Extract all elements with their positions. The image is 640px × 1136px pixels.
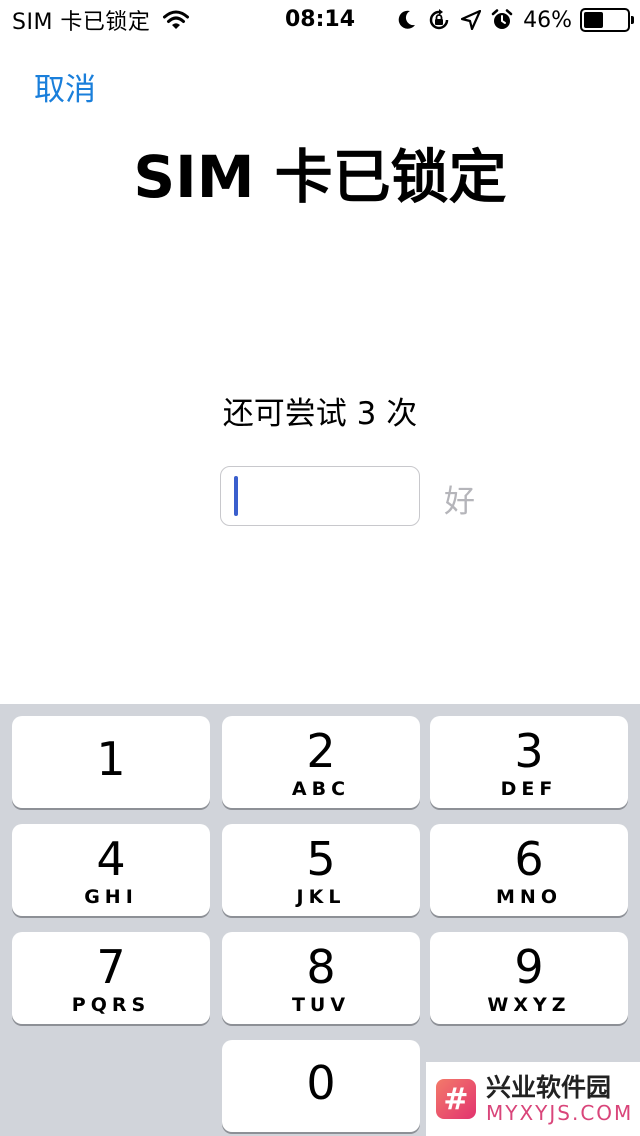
key-letters: MNO [496, 886, 562, 908]
location-arrow-icon [461, 10, 482, 30]
key-letters: DEF [500, 778, 558, 800]
key-1[interactable]: 1 [12, 716, 210, 808]
key-digit: 2 [306, 724, 336, 778]
key-letters: PQRS [71, 994, 151, 1016]
key-letters: WXYZ [487, 994, 571, 1016]
moon-icon [397, 9, 417, 31]
key-3[interactable]: 3 DEF [430, 716, 628, 808]
status-right: 46% [387, 6, 634, 34]
rotation-lock-icon [427, 8, 451, 32]
key-digit: 8 [306, 940, 336, 994]
key-digit: 0 [306, 1056, 336, 1110]
key-digit: 7 [96, 940, 126, 994]
watermark: # 兴业软件园 MYXYJS.COM [426, 1062, 640, 1136]
battery-percent: 46% [523, 7, 572, 33]
ok-button[interactable]: 好 [444, 476, 475, 521]
cancel-button[interactable]: 取消 [34, 64, 96, 109]
pin-input[interactable] [220, 466, 420, 526]
attempts-remaining-text: 还可尝试 3 次 [222, 396, 418, 432]
watermark-text: 兴业软件园 MYXYJS.COM [486, 1073, 634, 1125]
battery-icon [580, 8, 634, 32]
key-digit: 1 [96, 732, 126, 786]
key-digit: 4 [96, 832, 126, 886]
status-bar: SIM 卡已锁定 08:14 46% [0, 0, 640, 40]
key-0[interactable]: 0 [222, 1040, 420, 1132]
key-9[interactable]: 9 WXYZ [430, 932, 628, 1024]
key-4[interactable]: 4 GHI [12, 824, 210, 916]
key-letters: JKL [296, 886, 346, 908]
page-title: SIM 卡已锁定 [133, 143, 507, 211]
text-caret [234, 476, 238, 516]
key-letters: GHI [84, 886, 138, 908]
key-5[interactable]: 5 JKL [222, 824, 420, 916]
alarm-icon [491, 9, 513, 31]
key-7[interactable]: 7 PQRS [12, 932, 210, 1024]
key-8[interactable]: 8 TUV [222, 932, 420, 1024]
key-digit: 5 [306, 832, 336, 886]
key-digit: 9 [514, 940, 544, 994]
watermark-domain: MYXYJS.COM [486, 1101, 634, 1125]
watermark-logo-icon: # [436, 1079, 476, 1119]
key-2[interactable]: 2 ABC [222, 716, 420, 808]
watermark-name: 兴业软件园 [486, 1073, 612, 1102]
key-6[interactable]: 6 MNO [430, 824, 628, 916]
battery-fill [584, 12, 604, 28]
key-digit: 6 [514, 832, 544, 886]
key-letters: TUV [291, 994, 351, 1016]
key-letters: ABC [291, 778, 351, 800]
key-digit: 3 [514, 724, 544, 778]
